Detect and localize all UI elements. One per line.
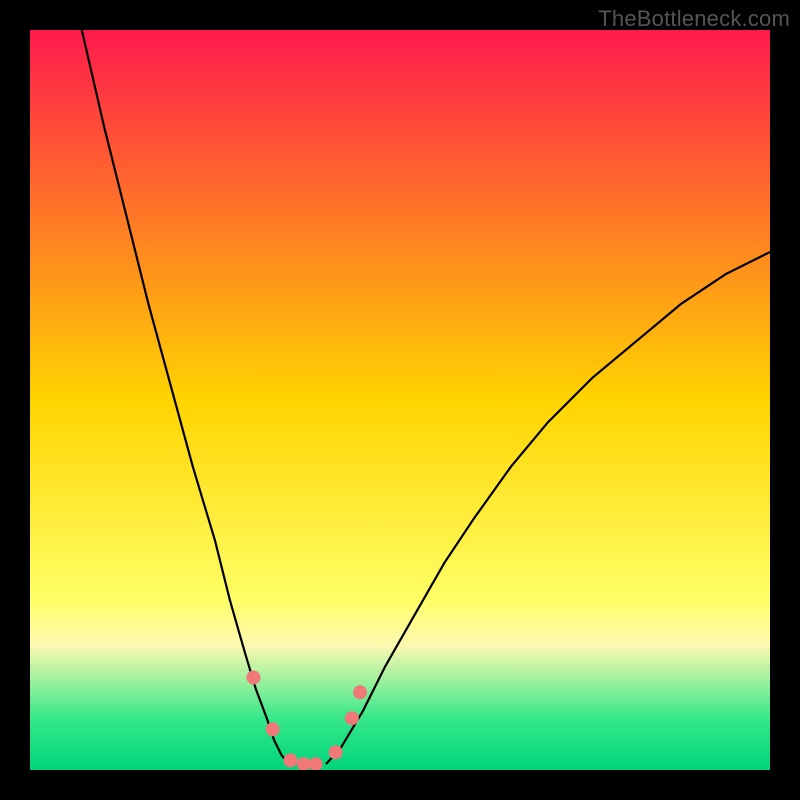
marker-point (353, 685, 367, 699)
chart-svg (30, 30, 770, 770)
marker-point (283, 753, 297, 767)
marker-point (345, 711, 359, 725)
chart-frame: TheBottleneck.com (0, 0, 800, 800)
gradient-background (30, 30, 770, 770)
marker-point (329, 745, 343, 759)
marker-point (246, 671, 260, 685)
watermark-text: TheBottleneck.com (598, 6, 790, 32)
marker-point (266, 722, 280, 736)
